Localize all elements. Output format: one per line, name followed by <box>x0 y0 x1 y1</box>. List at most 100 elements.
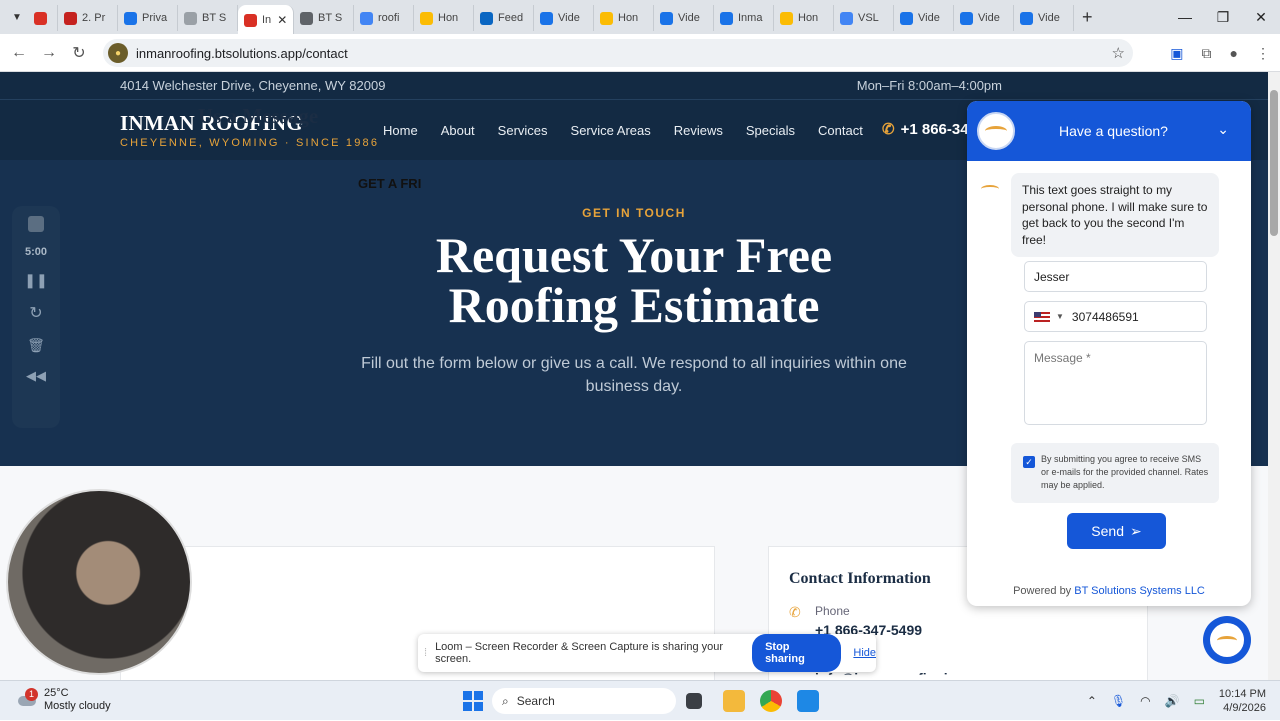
taskbar-clock[interactable]: 10:14 PM 4/9/2026 <box>1219 687 1266 715</box>
browser-toolbar: ← → ↻ ● inmanroofing.btsolutions.app/con… <box>0 34 1280 72</box>
powered-link[interactable]: BT Solutions Systems LLC <box>1074 585 1205 597</box>
nav-service-areas[interactable]: Service Areas <box>571 123 651 138</box>
address-bar[interactable]: ● inmanroofing.btsolutions.app/contact ☆ <box>103 39 1133 67</box>
browser-menu-icon[interactable]: ⋮ <box>1256 45 1270 62</box>
tab-search-dropdown-icon[interactable]: ▼ <box>6 12 28 23</box>
webcam-bubble[interactable] <box>6 489 192 675</box>
page-scrollbar[interactable] <box>1268 72 1280 680</box>
tab-favicon-icon <box>1020 11 1033 25</box>
nav-about[interactable]: About <box>441 123 475 138</box>
tab-label: Feed <box>498 12 524 24</box>
nav-reviews[interactable]: Reviews <box>674 123 723 138</box>
browser-tab[interactable]: Priva <box>118 5 178 31</box>
restart-icon[interactable]: ↻ <box>29 303 42 323</box>
browser-tab[interactable]: Vide <box>534 5 594 31</box>
browser-tab[interactable]: Hon <box>414 5 474 31</box>
browser-tab[interactable]: Vide <box>654 5 714 31</box>
close-tab-icon[interactable]: ✕ <box>277 13 287 27</box>
browser-tab[interactable]: Vide <box>954 5 1014 31</box>
microphone-icon[interactable]: 🎙 <box>1111 694 1126 708</box>
file-explorer-icon[interactable] <box>723 690 745 712</box>
browser-tab[interactable]: Inma <box>714 5 774 31</box>
chevron-down-icon[interactable]: ⌄ <box>1217 121 1229 138</box>
wifi-icon[interactable]: ◠ <box>1140 694 1150 708</box>
browser-tab[interactable]: BT S <box>294 5 354 31</box>
start-button-icon[interactable] <box>463 691 483 711</box>
hide-link[interactable]: Hide <box>853 647 876 659</box>
name-field[interactable]: Jesser <box>1024 261 1207 292</box>
nav-home[interactable]: Home <box>383 123 418 138</box>
tray-chevron-icon[interactable]: ⌃ <box>1087 694 1097 708</box>
taskbar-search[interactable]: ⌕ Search <box>492 688 676 714</box>
restore-icon[interactable]: ❐ <box>1204 0 1242 34</box>
reload-icon[interactable]: ↻ <box>64 43 94 63</box>
nav-services[interactable]: Services <box>498 123 548 138</box>
browser-tab[interactable]: Feed <box>474 5 534 31</box>
back-icon[interactable]: ← <box>4 44 34 62</box>
nav-specials[interactable]: Specials <box>746 123 795 138</box>
app-icon[interactable] <box>797 690 819 712</box>
us-flag-icon[interactable] <box>1034 311 1050 322</box>
nav-links: Home About Services Service Areas Review… <box>383 100 886 161</box>
consent-checkbox[interactable]: ✓ <box>1023 456 1035 468</box>
drag-handle-icon[interactable]: ⁞ <box>424 647 427 659</box>
message-field[interactable]: Message * <box>1024 341 1207 425</box>
pause-icon[interactable]: ❚❚ <box>24 272 47 289</box>
new-tab-button[interactable]: + <box>1082 7 1093 28</box>
task-view-icon[interactable] <box>686 693 702 709</box>
browser-tab[interactable]: Vide <box>1014 5 1074 31</box>
chat-launcher-button[interactable] <box>1203 616 1251 664</box>
browser-tab[interactable]: roofi <box>354 5 414 31</box>
tab-favicon-icon <box>244 13 257 27</box>
extensions-puzzle-icon[interactable]: ⧉ <box>1202 45 1212 62</box>
extension-badge-icon[interactable]: ▣ <box>1170 45 1183 62</box>
nav-contact[interactable]: Contact <box>818 123 863 138</box>
nav-phone-link[interactable]: ✆ +1 866-34 <box>882 120 969 139</box>
browser-tab[interactable]: In ✕ <box>238 5 294 35</box>
site-info-icon[interactable]: ● <box>108 43 128 63</box>
phone-field[interactable]: ▼ 3074486591 <box>1024 301 1207 332</box>
phone-icon: ✆ <box>882 121 895 138</box>
phone-value: 3074486591 <box>1071 309 1139 324</box>
tab-favicon-icon <box>480 11 493 25</box>
tab-label: Hon <box>618 12 639 24</box>
tab-label: roofi <box>378 12 400 24</box>
scrollbar-thumb[interactable] <box>1270 90 1278 236</box>
tab-favicon-icon <box>660 11 673 25</box>
profile-avatar[interactable]: ● <box>1230 45 1238 61</box>
tab-label: VSL <box>858 12 879 24</box>
collapse-icon[interactable]: ◀◀ <box>26 368 46 384</box>
weather-widget[interactable]: 1 25°C Mostly cloudy <box>16 687 111 713</box>
chat-header[interactable]: Have a question? ⌄ <box>967 101 1251 161</box>
close-window-icon[interactable]: ✕ <box>1242 0 1280 34</box>
tab-favicon-icon <box>780 11 793 25</box>
delete-icon[interactable]: 🗑 <box>27 337 45 354</box>
tab-favicon-icon <box>540 11 553 25</box>
battery-icon[interactable]: ▭ <box>1194 694 1205 708</box>
stop-recording-icon[interactable] <box>28 216 44 232</box>
country-dropdown-icon[interactable]: ▼ <box>1056 312 1064 321</box>
browser-tab[interactable]: BT S <box>178 5 238 31</box>
forward-icon[interactable]: → <box>34 44 64 62</box>
bookmark-star-icon[interactable]: ☆ <box>1112 44 1125 62</box>
minimize-icon[interactable]: — <box>1166 0 1204 34</box>
site-topbar: 4014 Welchester Drive, Cheyenne, WY 8200… <box>0 72 1268 99</box>
browser-tab[interactable]: 2. Pr <box>58 5 118 31</box>
url-text[interactable]: inmanroofing.btsolutions.app/contact <box>136 46 348 61</box>
chrome-icon[interactable] <box>760 690 782 712</box>
taskbar-search-label: Search <box>516 694 555 708</box>
weather-badge: 1 <box>25 688 38 701</box>
browser-tab[interactable]: Hon <box>594 5 654 31</box>
powered-by: Powered by BT Solutions Systems LLC <box>967 585 1251 597</box>
chat-widget: Have a question? ⌄ This text goes straig… <box>967 101 1251 606</box>
stop-sharing-button[interactable]: Stop sharing <box>752 634 842 672</box>
send-button[interactable]: Send ➢ <box>1067 513 1166 549</box>
tab-favicon-icon <box>34 11 47 25</box>
info-phone-icon: ✆ <box>789 604 801 620</box>
browser-tab[interactable]: Vide <box>894 5 954 31</box>
browser-tab[interactable] <box>28 5 58 31</box>
volume-icon[interactable]: 🔊 <box>1165 694 1180 708</box>
tab-favicon-icon <box>300 11 313 25</box>
browser-tab[interactable]: Hon <box>774 5 834 31</box>
browser-tab[interactable]: VSL <box>834 5 894 31</box>
